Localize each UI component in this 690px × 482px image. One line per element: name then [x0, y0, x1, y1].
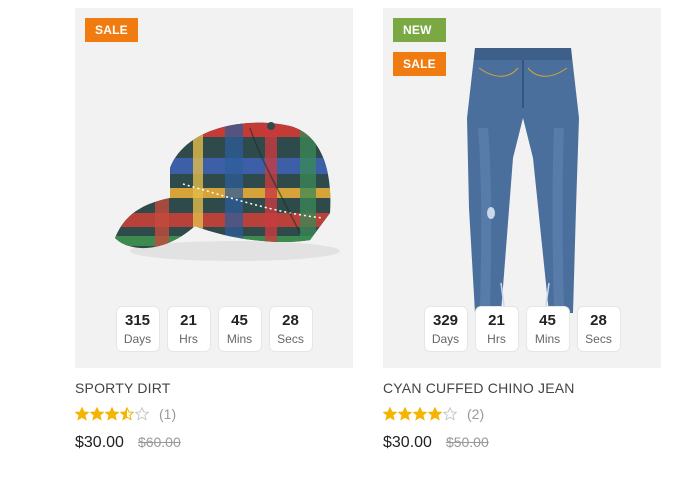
original-price: $60.00: [137, 434, 181, 450]
star-icon-empty: [443, 407, 457, 421]
star-icon-half: [120, 407, 134, 421]
countdown-minutes: 45 Mins: [217, 306, 262, 352]
product-card[interactable]: SALE 315 Days 21 Hrs 45 Mins 28 Secs SPO…: [75, 8, 353, 452]
hours-label: Hrs: [179, 332, 198, 346]
price-row: $30.00 $60.00: [75, 434, 353, 452]
star-icon-full: [413, 407, 427, 421]
countdown-seconds: 28 Secs: [268, 306, 313, 352]
hours-value: 21: [488, 312, 505, 329]
product-title[interactable]: CYAN CUFFED CHINO JEAN: [383, 380, 661, 396]
days-value: 315: [124, 312, 151, 329]
countdown-hours: 21 Hrs: [474, 306, 519, 352]
star-icon-empty: [135, 407, 149, 421]
countdown-days: 315 Days: [115, 306, 160, 352]
price-row: $30.00 $50.00: [383, 434, 661, 452]
star-icon-full: [105, 407, 119, 421]
days-label: Days: [431, 332, 460, 346]
hours-value: 21: [180, 312, 197, 329]
product-card[interactable]: NEW SALE 329 Days 21 Hrs 45 Mins 28 Secs…: [383, 8, 661, 452]
current-price: $30.00: [75, 434, 124, 451]
seconds-label: Secs: [585, 332, 612, 346]
sale-badge: SALE: [393, 52, 446, 76]
product-image-area[interactable]: SALE 315 Days 21 Hrs 45 Mins 28 Secs: [75, 8, 353, 368]
star-rating: [383, 407, 457, 421]
seconds-label: Secs: [277, 332, 304, 346]
original-price: $50.00: [445, 434, 489, 450]
countdown-minutes: 45 Mins: [525, 306, 570, 352]
current-price: $30.00: [383, 434, 432, 451]
star-icon-full: [75, 407, 89, 421]
minutes-label: Mins: [226, 332, 253, 346]
hours-label: Hrs: [487, 332, 506, 346]
badge-group: SALE: [85, 18, 138, 42]
minutes-value: 45: [231, 312, 248, 329]
countdown-seconds: 28 Secs: [576, 306, 621, 352]
review-count[interactable]: (2): [467, 406, 484, 422]
new-badge: NEW: [393, 18, 446, 42]
star-rating: [75, 407, 149, 421]
star-icon-full: [428, 407, 442, 421]
product-rating: (1): [75, 405, 353, 423]
countdown-timer: 329 Days 21 Hrs 45 Mins 28 Secs: [383, 306, 661, 352]
countdown-timer: 315 Days 21 Hrs 45 Mins 28 Secs: [75, 306, 353, 352]
product-image-area[interactable]: NEW SALE 329 Days 21 Hrs 45 Mins 28 Secs: [383, 8, 661, 368]
sale-badge: SALE: [85, 18, 138, 42]
product-title[interactable]: SPORTY DIRT: [75, 380, 353, 396]
seconds-value: 28: [590, 312, 607, 329]
star-icon-full: [398, 407, 412, 421]
countdown-hours: 21 Hrs: [166, 306, 211, 352]
countdown-days: 329 Days: [423, 306, 468, 352]
seconds-value: 28: [282, 312, 299, 329]
days-value: 329: [432, 312, 459, 329]
review-count[interactable]: (1): [159, 406, 176, 422]
star-icon-full: [383, 407, 397, 421]
days-label: Days: [123, 332, 152, 346]
star-icon-full: [90, 407, 104, 421]
product-rating: (2): [383, 405, 661, 423]
badge-group: NEW SALE: [393, 18, 446, 76]
minutes-value: 45: [539, 312, 556, 329]
minutes-label: Mins: [534, 332, 561, 346]
